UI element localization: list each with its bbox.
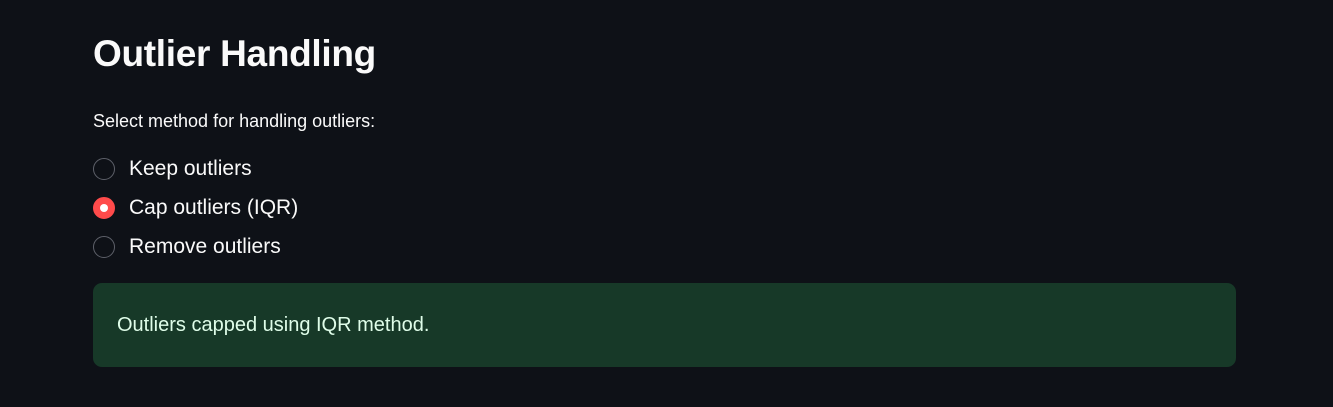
radio-option-label: Keep outliers [129, 156, 252, 180]
radio-button-keep-outliers[interactable] [93, 157, 115, 180]
radio-button-remove-outliers[interactable] [93, 235, 115, 258]
outlier-method-radio-group: Keep outliers Cap outliers (IQR) Remove … [93, 149, 298, 266]
radio-option-label: Remove outliers [129, 234, 281, 258]
radio-option-keep-outliers[interactable]: Keep outliers [93, 149, 298, 188]
radio-option-cap-outliers[interactable]: Cap outliers (IQR) [93, 188, 298, 227]
radio-group-label: Select method for handling outliers: [93, 111, 376, 131]
radio-option-remove-outliers[interactable]: Remove outliers [93, 227, 298, 266]
radio-option-label: Cap outliers (IQR) [129, 195, 299, 219]
radio-button-cap-outliers[interactable] [93, 196, 115, 219]
page-title: Outlier Handling [93, 33, 376, 74]
success-alert: Outliers capped using IQR method. [93, 283, 1236, 367]
alert-message: Outliers capped using IQR method. [117, 314, 430, 336]
